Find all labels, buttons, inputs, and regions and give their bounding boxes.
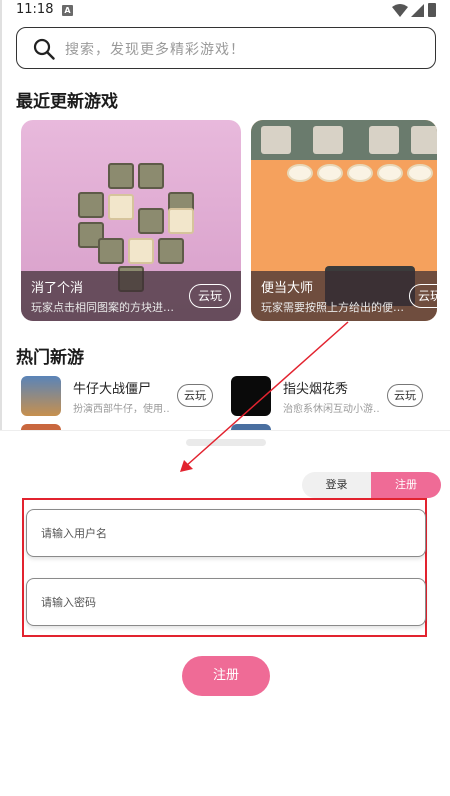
hot-game-item[interactable]: 指尖烟花秀 治愈系休闲互动小游… 云玩 (231, 376, 436, 418)
game-name: 指尖烟花秀 (283, 382, 349, 397)
game-card-xiaolegexiao[interactable]: 消了个消 玩家点击相同图案的方块进… 云玩 (21, 120, 241, 321)
auth-tab-switch: 登录 注册 (302, 472, 441, 498)
card-caption: 便当大师 玩家需要按照上方给出的便… 云玩 (251, 271, 437, 321)
status-bar: 11:18 A (0, 0, 450, 22)
card-caption: 消了个消 玩家点击相同图案的方块进… 云玩 (21, 271, 241, 321)
card-name: 便当大师 (261, 281, 314, 296)
password-input[interactable] (41, 579, 411, 625)
card-desc: 玩家需要按照上方给出的便… (261, 301, 404, 314)
cloud-play-button[interactable]: 云玩 (408, 284, 437, 308)
sheet-drag-handle[interactable] (186, 439, 266, 446)
search-bar[interactable]: 搜索，发现更多精彩游戏！ (16, 27, 436, 69)
cloud-play-button[interactable]: 云玩 (387, 384, 423, 407)
battery-icon (428, 3, 436, 17)
card-desc: 玩家点击相同图案的方块进… (31, 301, 174, 314)
status-time: 11:18 (16, 2, 54, 17)
search-icon (33, 38, 55, 60)
tab-login[interactable]: 登录 (302, 472, 371, 498)
game-card-biandangdashi[interactable]: 便当大师 玩家需要按照上方给出的便… 云玩 (251, 120, 437, 321)
game-desc: 治愈系休闲互动小游… (283, 404, 379, 415)
hot-section-title: 热门新游 (16, 348, 84, 368)
password-field[interactable] (26, 578, 426, 626)
card-name: 消了个消 (31, 281, 84, 296)
recent-section-title: 最近更新游戏 (16, 92, 118, 112)
game-thumbnail (231, 376, 271, 416)
game-desc: 扮演西部牛仔，使用… (73, 404, 169, 415)
hot-game-item[interactable]: 牛仔大战僵尸 扮演西部牛仔，使用… 云玩 (21, 376, 226, 418)
game-name: 牛仔大战僵尸 (73, 382, 152, 397)
game-thumbnail (21, 376, 61, 416)
username-input[interactable] (41, 510, 411, 556)
tab-register[interactable]: 注册 (371, 472, 441, 498)
cloud-play-button[interactable]: 云玩 (177, 384, 213, 407)
cloud-play-button[interactable]: 云玩 (188, 284, 231, 308)
search-placeholder: 搜索，发现更多精彩游戏！ (65, 42, 245, 58)
signal-icon (411, 4, 424, 17)
register-button[interactable]: 注册 (182, 656, 270, 696)
username-field[interactable] (26, 509, 426, 557)
wifi-icon (392, 4, 408, 17)
notification-icon: A (62, 5, 73, 16)
